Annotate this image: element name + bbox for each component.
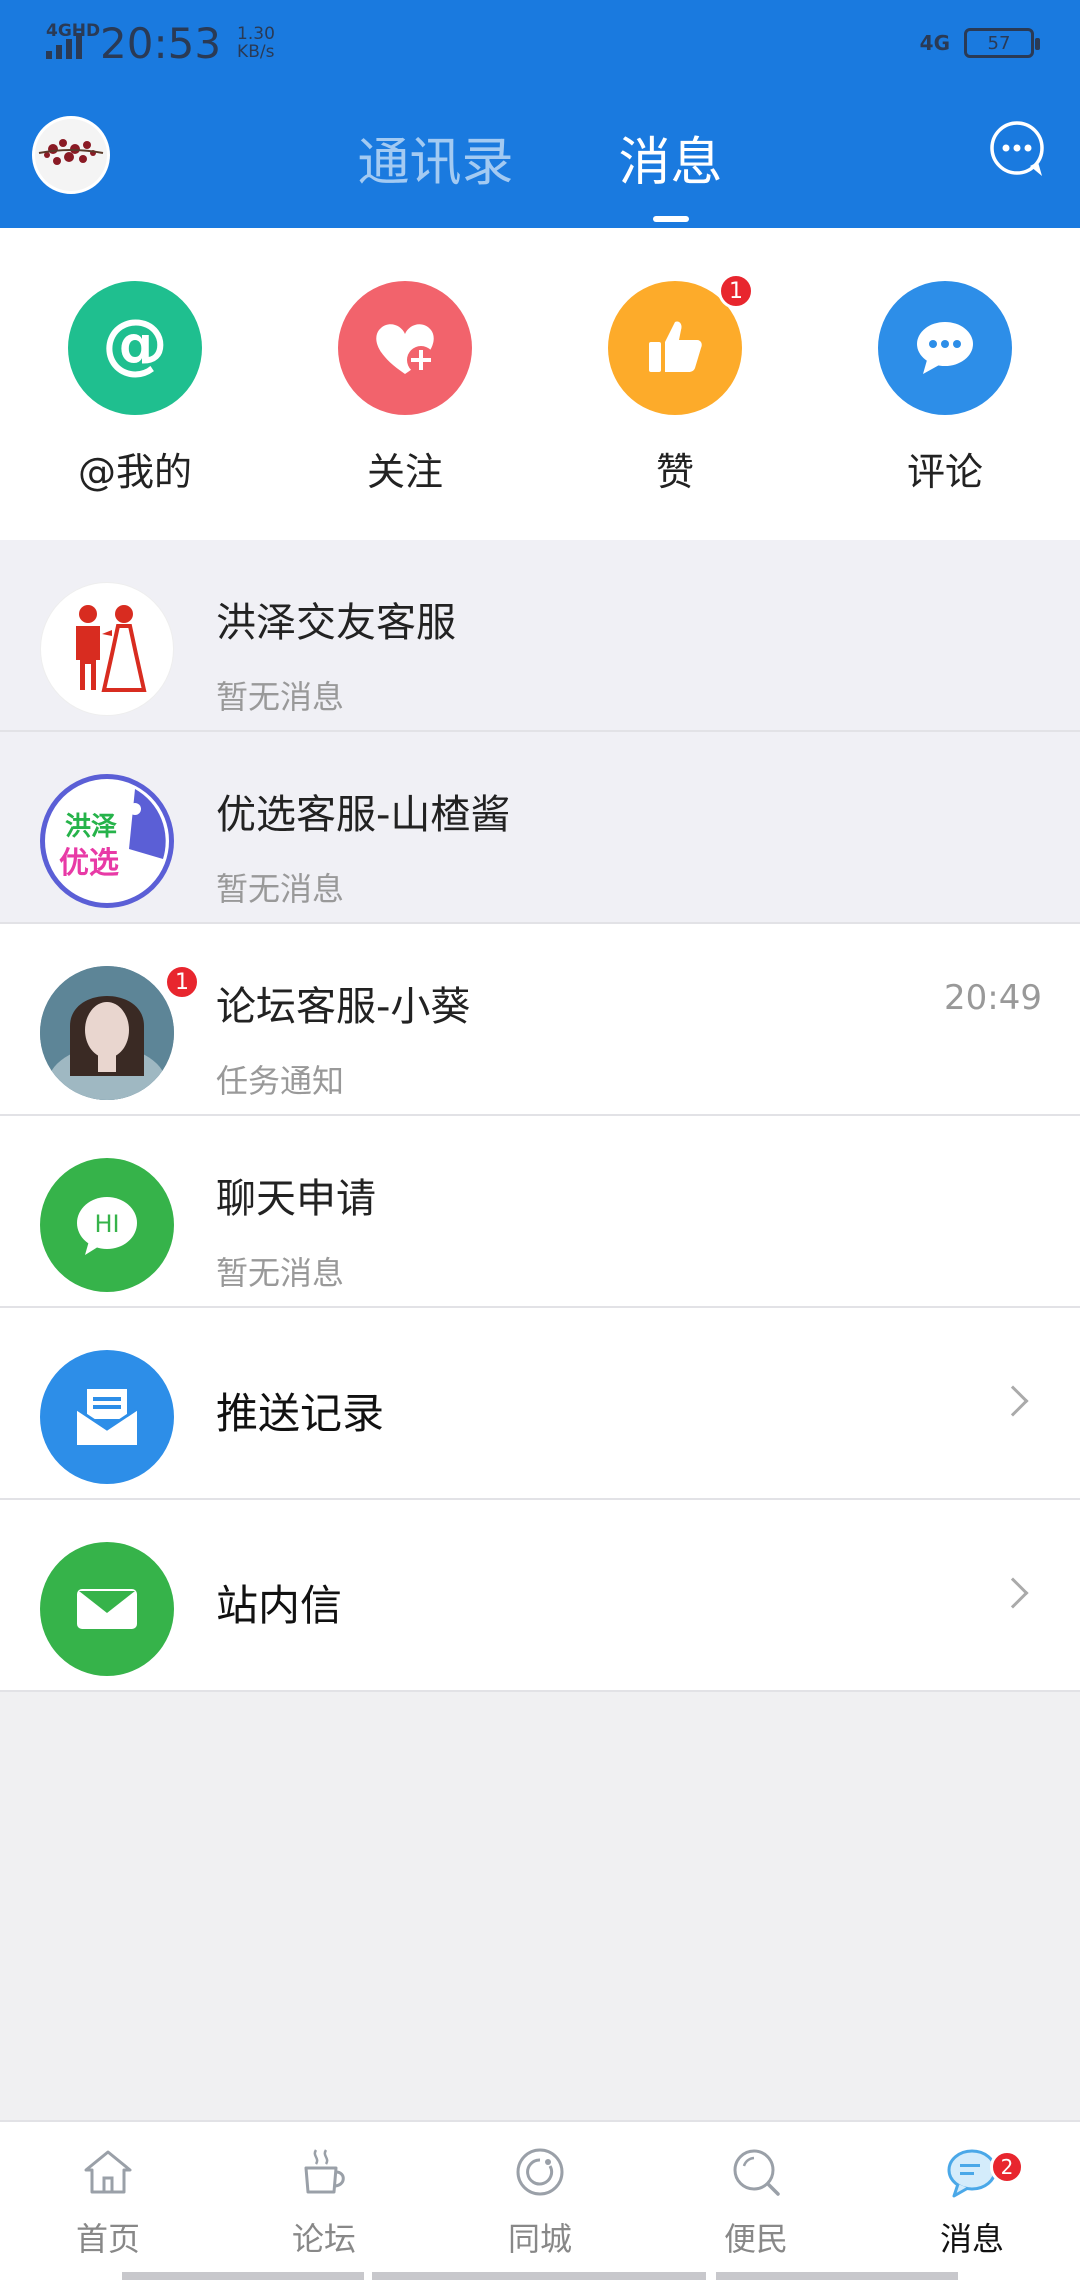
heart-plus-icon [338,281,472,415]
quick-action-label: 赞 [655,450,694,494]
chat-bubble-icon[interactable] [988,120,1048,180]
system-nav-bar [716,2272,958,2280]
quick-actions: @ @我的 关注 1 赞 评论 [0,228,1080,540]
conversation-name: 优选客服-山楂酱 [216,792,511,838]
conversation-time: 20:49 [944,978,1042,1018]
push-record-label: 推送记录 [216,1389,385,1438]
speed-value: 1.30 [237,24,275,44]
inbox-row[interactable]: 站内信 [0,1500,1080,1692]
header-tabs: 通讯录 消息 [0,120,1080,222]
conversation-preview: 暂无消息 [216,678,345,716]
logo-text-bottom: 优选 [59,846,119,881]
conversation-list: 洪泽交友客服 暂无消息 洪泽 优选 优选客服-山楂酱 暂无消息 1 论坛客服-小… [0,540,1080,1692]
conversation-row[interactable]: 洪泽交友客服 暂无消息 [0,540,1080,732]
unread-badge: 1 [164,964,200,1000]
conversation-preview: 暂无消息 [216,1254,345,1292]
tab-messages[interactable]: 消息 [619,120,723,222]
quick-action-follow[interactable]: 关注 [270,228,540,540]
thumbs-up-icon: 1 [608,273,754,415]
push-record-row[interactable]: 推送记录 [0,1308,1080,1500]
network-speed: 1.30 KB/s [237,25,275,61]
conversation-row[interactable]: 1 论坛客服-小葵 任务通知 20:49 [0,924,1080,1116]
nav-local[interactable]: 同城 [432,2122,648,2280]
chevron-right-icon [997,1385,1029,1417]
comment-icon [878,281,1012,415]
status-time: 20:53 [100,18,222,68]
likes-badge: 1 [718,273,754,309]
nav-services[interactable]: 便民 [648,2122,864,2280]
push-record-icon [40,1350,174,1484]
signal-icon: 4GHD [46,21,100,59]
chevron-right-icon [997,1577,1029,1609]
conversation-row[interactable]: 洪泽 优选 优选客服-山楂酱 暂无消息 [0,732,1080,924]
at-icon: @ [68,281,202,415]
quick-action-label: 评论 [906,450,983,494]
status-bar: 4GHD 20:53 1.30 KB/s 4G 57 [46,18,1040,68]
quick-action-likes[interactable]: 1 赞 [540,228,810,540]
couple-avatar-icon [40,582,174,716]
net-type: 4G [919,31,950,55]
nav-home[interactable]: 首页 [0,2122,216,2280]
tab-contacts[interactable]: 通讯录 [357,120,513,220]
speed-unit: KB/s [237,42,275,62]
nav-label: 首页 [75,2220,140,2258]
network-label: 4GHD [46,21,101,41]
search-icon [733,2149,780,2196]
messages-badge: 2 [990,2150,1024,2184]
chat-request-icon: HI [40,1158,174,1292]
system-nav-bar [372,2272,706,2280]
quick-action-label: @我的 [77,450,192,494]
battery-level: 57 [987,32,1011,54]
app-header: 4GHD 20:53 1.30 KB/s 4G 57 通讯录 消息 [0,0,1080,228]
nav-label: 便民 [723,2220,788,2258]
location-icon [516,2148,564,2196]
bottom-nav: 首页 论坛 同城 便民 2 消息 [0,2120,1080,2280]
user-avatar-photo [40,966,174,1100]
youxuan-logo-icon: 洪泽 优选 [40,774,174,908]
nav-forum[interactable]: 论坛 [216,2122,432,2280]
system-nav-bar [122,2272,364,2280]
nav-label: 论坛 [291,2220,356,2258]
nav-messages[interactable]: 2 消息 [864,2122,1080,2280]
hi-text: HI [94,1210,119,1238]
svg-text:@: @ [102,308,168,382]
mail-icon [40,1542,174,1676]
conversation-name: 洪泽交友客服 [216,600,456,646]
battery-icon: 57 [964,28,1040,58]
quick-action-comments[interactable]: 评论 [810,228,1080,540]
conversation-row[interactable]: HI 聊天申请 暂无消息 [0,1116,1080,1308]
conversation-preview: 暂无消息 [216,870,345,908]
conversation-preview: 任务通知 [216,1062,345,1100]
quick-action-label: 关注 [366,450,443,494]
conversation-name: 聊天申请 [216,1176,376,1222]
conversation-name: 论坛客服-小葵 [216,984,471,1030]
quick-action-mentions[interactable]: @ @我的 [0,228,270,540]
nav-label: 消息 [939,2220,1004,2258]
inbox-label: 站内信 [216,1581,343,1630]
logo-text-top: 洪泽 [65,812,117,842]
home-icon [84,2150,132,2194]
nav-label: 同城 [507,2220,572,2258]
coffee-icon [304,2149,345,2194]
